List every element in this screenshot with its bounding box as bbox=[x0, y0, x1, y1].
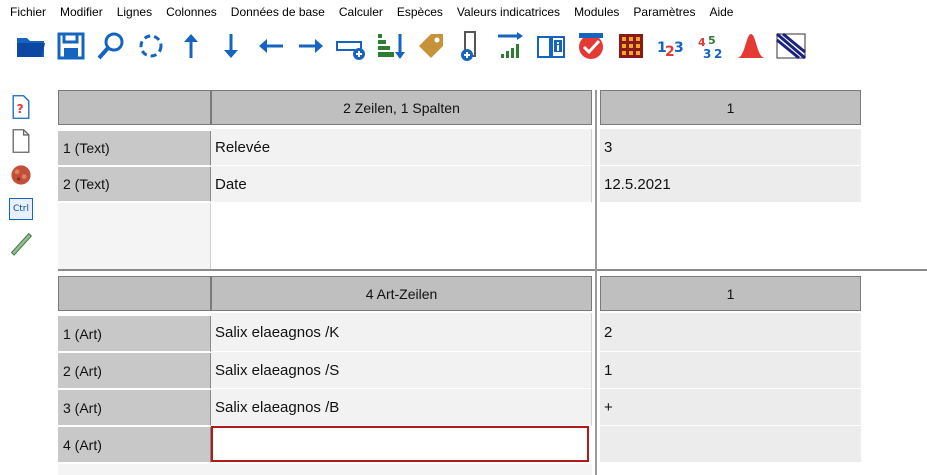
texture-icon[interactable] bbox=[6, 160, 36, 190]
grid-icon[interactable] bbox=[614, 28, 648, 64]
menu-modules[interactable]: Modules bbox=[567, 0, 626, 24]
row-name-cell[interactable]: Date bbox=[211, 166, 592, 203]
rotate-icon[interactable] bbox=[134, 28, 168, 64]
arrow-up-icon[interactable] bbox=[174, 28, 208, 64]
menu-lignes[interactable]: Lignes bbox=[110, 0, 159, 24]
check-icon[interactable] bbox=[574, 28, 608, 64]
corner-header bbox=[58, 276, 211, 311]
toolbar: 123 4532 bbox=[0, 24, 927, 68]
empty-area bbox=[58, 203, 211, 269]
menu-calculer[interactable]: Calculer bbox=[332, 0, 390, 24]
pattern-icon[interactable] bbox=[774, 28, 808, 64]
save-icon[interactable] bbox=[54, 28, 88, 64]
svg-text:2: 2 bbox=[714, 47, 722, 61]
row-label[interactable]: 1 (Art) bbox=[58, 316, 211, 352]
empty-area bbox=[58, 464, 592, 475]
row-label[interactable]: 2 (Art) bbox=[58, 353, 211, 389]
table-divider bbox=[58, 269, 927, 271]
species-name-cell[interactable]: Salix elaeagnos /K bbox=[211, 313, 592, 352]
sort-icon[interactable] bbox=[374, 28, 408, 64]
value-cell[interactable]: 12.5.2021 bbox=[600, 166, 861, 203]
blank-document-icon[interactable] bbox=[6, 126, 36, 156]
species-name-input-active[interactable] bbox=[211, 426, 589, 462]
arrow-left-icon[interactable] bbox=[254, 28, 288, 64]
side-tool-strip: ? Ctrl bbox=[0, 88, 44, 475]
row-label[interactable]: 1 (Text) bbox=[58, 131, 211, 166]
row-label[interactable]: 2 (Text) bbox=[58, 167, 211, 202]
row-name-cell[interactable]: Relevée bbox=[211, 129, 592, 166]
value-cell[interactable]: 1 bbox=[600, 352, 861, 389]
species-name-cell[interactable]: Salix elaeagnos /S bbox=[211, 352, 592, 389]
info-book-icon[interactable] bbox=[534, 28, 568, 64]
column-header-1[interactable]: 1 bbox=[600, 90, 861, 125]
menu-valeurs-indicatrices[interactable]: Valeurs indicatrices bbox=[450, 0, 567, 24]
value-cell[interactable]: 3 bbox=[600, 129, 861, 166]
row-label[interactable]: 3 (Art) bbox=[58, 390, 211, 426]
value-cell[interactable]: + bbox=[600, 389, 861, 426]
tag-icon[interactable] bbox=[414, 28, 448, 64]
corner-header bbox=[58, 90, 211, 125]
menu-fichier[interactable]: Fichier bbox=[0, 0, 53, 24]
value-cell[interactable] bbox=[600, 426, 861, 463]
arrow-right-icon[interactable] bbox=[294, 28, 328, 64]
pen-icon[interactable] bbox=[6, 228, 36, 258]
menu-modifier[interactable]: Modifier bbox=[53, 0, 110, 24]
column-header-1[interactable]: 1 bbox=[600, 276, 861, 311]
menu-parametres[interactable]: Paramètres bbox=[626, 0, 702, 24]
menu-bar: Fichier Modifier Lignes Colonnes Données… bbox=[0, 0, 927, 24]
search-icon[interactable] bbox=[94, 28, 128, 64]
svg-text:3: 3 bbox=[674, 40, 684, 56]
renumber-icon[interactable]: 4532 bbox=[694, 28, 728, 64]
svg-text:?: ? bbox=[17, 102, 24, 116]
distribution-curve-icon[interactable] bbox=[734, 28, 768, 64]
data-grid: 2 Zeilen, 1 Spalten 1 1 (Text) Relevée 3… bbox=[58, 90, 927, 475]
add-column-icon[interactable] bbox=[454, 28, 488, 64]
add-row-icon[interactable] bbox=[334, 28, 368, 64]
row-label[interactable]: 4 (Art) bbox=[58, 427, 211, 463]
menu-especes[interactable]: Espèces bbox=[390, 0, 450, 24]
help-document-icon[interactable]: ? bbox=[6, 92, 36, 122]
bar-chart-icon[interactable] bbox=[494, 28, 528, 64]
column-divider bbox=[595, 90, 597, 475]
species-name-cell[interactable]: Salix elaeagnos /B bbox=[211, 389, 592, 426]
menu-aide[interactable]: Aide bbox=[702, 0, 740, 24]
svg-text:5: 5 bbox=[708, 34, 716, 47]
svg-text:3: 3 bbox=[703, 47, 711, 61]
menu-donnees-de-base[interactable]: Données de base bbox=[224, 0, 332, 24]
menu-colonnes[interactable]: Colonnes bbox=[159, 0, 224, 24]
header-table-title: 2 Zeilen, 1 Spalten bbox=[211, 90, 592, 125]
ctrl-key-icon[interactable]: Ctrl bbox=[6, 194, 36, 224]
open-folder-icon[interactable] bbox=[14, 28, 48, 64]
numbering-icon[interactable]: 123 bbox=[654, 28, 688, 64]
value-cell[interactable]: 2 bbox=[600, 313, 861, 352]
species-table-title: 4 Art-Zeilen bbox=[211, 276, 592, 311]
arrow-down-icon[interactable] bbox=[214, 28, 248, 64]
ctrl-label: Ctrl bbox=[9, 198, 33, 220]
